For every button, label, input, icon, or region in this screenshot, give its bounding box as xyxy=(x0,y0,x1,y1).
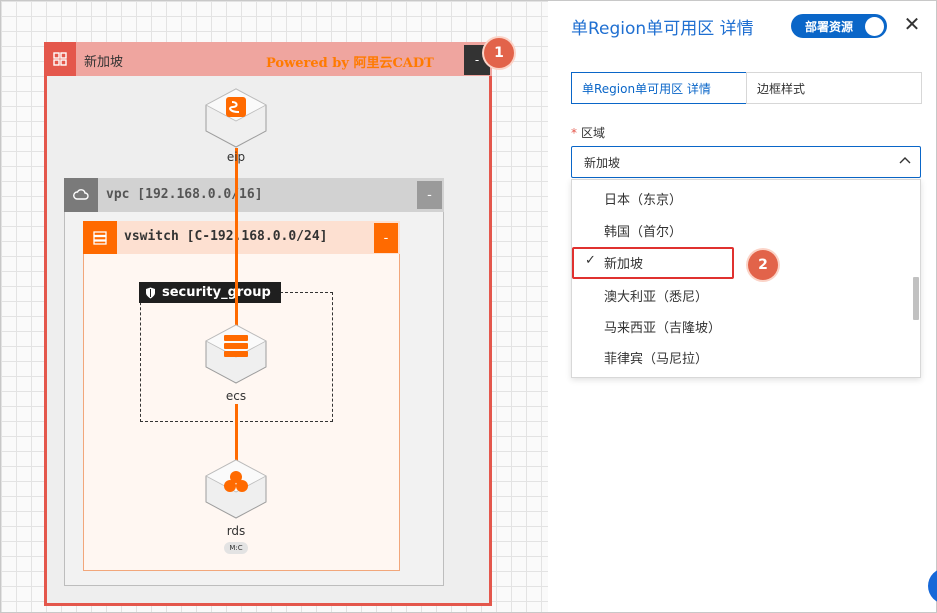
eip-label: eip xyxy=(226,150,246,164)
link-ecs-rds[interactable] xyxy=(235,404,238,462)
ecs-node[interactable] xyxy=(203,323,269,387)
required-mark: * xyxy=(571,126,577,140)
vpc-title: vpc [192.168.0.0/16] xyxy=(106,187,263,202)
option-australia-sydney[interactable]: 澳大利亚（悉尼） xyxy=(604,286,708,305)
region-field-label-text: 区域 xyxy=(581,126,606,140)
security-group-tag[interactable]: security_group xyxy=(139,282,281,303)
region-grid-icon xyxy=(44,42,76,76)
close-icon[interactable]: ✕ xyxy=(902,12,922,36)
rds-label: rds xyxy=(226,524,246,538)
vswitch-collapse-button[interactable]: - xyxy=(374,223,398,253)
vswitch-title: vswitch [C-192.168.0.0/24] xyxy=(124,229,328,244)
eip-node[interactable] xyxy=(203,87,269,151)
deploy-resource-toggle[interactable]: 部署资源 xyxy=(791,14,887,38)
rds-spec-tag: M:C xyxy=(224,542,248,554)
ecs-label: ecs xyxy=(225,389,247,403)
dropdown-scrollbar[interactable] xyxy=(913,277,919,320)
vpc-collapse-button[interactable]: - xyxy=(417,181,442,209)
powered-by-text: Powered by 阿里云CADT xyxy=(266,56,434,71)
vpc-cloud-icon xyxy=(64,178,98,212)
region-select[interactable]: 新加坡 xyxy=(571,146,921,178)
panel-title: 单Region单可用区 详情 xyxy=(571,19,754,39)
step-badge-2: 2 xyxy=(748,250,778,280)
option-japan-tokyo[interactable]: 日本（东京） xyxy=(604,189,682,208)
step-badge-1: 1 xyxy=(484,38,514,68)
tab-region-detail[interactable]: 单Region单可用区 详情 xyxy=(571,72,747,104)
security-group-title: security_group xyxy=(162,285,271,300)
region-field-label: * 区域 xyxy=(571,124,605,141)
region-title: 新加坡 xyxy=(84,55,124,70)
rds-node[interactable] xyxy=(203,458,269,522)
link-eip-ecs[interactable] xyxy=(235,148,238,326)
vswitch-server-icon xyxy=(83,221,117,254)
deploy-toggle-label: 部署资源 xyxy=(805,19,854,34)
option-malaysia-kl[interactable]: 马来西亚（吉隆坡） xyxy=(604,317,721,336)
toggle-knob xyxy=(865,16,884,36)
tab-border-style[interactable]: 边框样式 xyxy=(746,72,922,104)
option-philippines-manila[interactable]: 菲律宾（马尼拉） xyxy=(604,348,708,367)
shield-icon xyxy=(146,287,155,298)
option-korea-seoul[interactable]: 韩国（首尔） xyxy=(604,221,682,240)
chevron-up-icon[interactable] xyxy=(897,153,913,169)
selection-highlight-box xyxy=(572,247,734,279)
